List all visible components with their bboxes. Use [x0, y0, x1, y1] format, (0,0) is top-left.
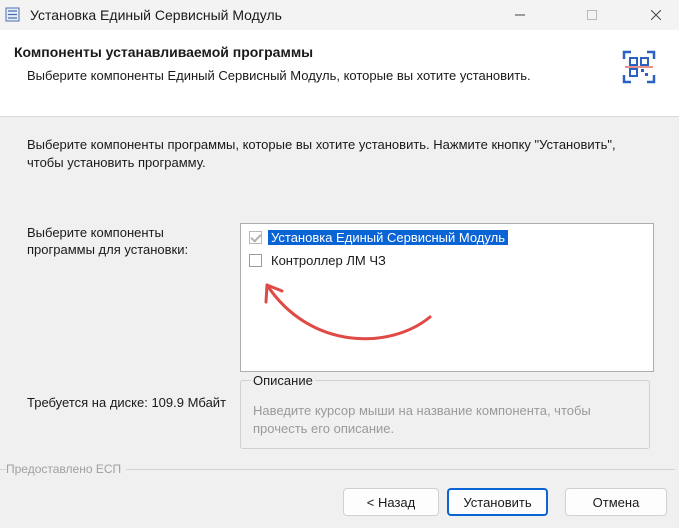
component-label: Контроллер ЛМ ЧЗ	[271, 252, 386, 268]
page-title: Компоненты устанавливаемой программы	[14, 44, 314, 60]
component-item-esm[interactable]: Установка Единый Сервисный Модуль	[249, 228, 508, 246]
components-label: Выберите компоненты программы для устано…	[27, 225, 189, 257]
maximize-icon	[587, 10, 597, 20]
minimize-icon	[515, 14, 525, 16]
component-checkbox-esm[interactable]	[249, 230, 262, 244]
close-icon	[651, 10, 661, 20]
wizard-header: Компоненты устанавливаемой программы Выб…	[0, 30, 679, 117]
description-title: Описание	[251, 373, 315, 388]
installer-app-icon	[5, 7, 20, 22]
title-bar: Установка Единый Сервисный Модуль	[0, 0, 679, 30]
window-title: Установка Единый Сервисный Модуль	[30, 7, 282, 23]
maximize-button[interactable]	[569, 0, 615, 30]
component-item-controller[interactable]: Контроллер ЛМ ЧЗ	[249, 251, 389, 269]
component-label: Установка Единый Сервисный Модуль	[268, 229, 508, 245]
close-button[interactable]	[633, 0, 679, 30]
page-subtitle: Выберите компоненты Единый Сервисный Мод…	[27, 68, 531, 83]
branding-divider: Предоставлено ЕСП	[0, 462, 679, 476]
minimize-button[interactable]	[497, 0, 543, 30]
component-checkbox-controller[interactable]	[249, 253, 262, 267]
branding-text: Предоставлено ЕСП	[6, 462, 127, 476]
description-text: Наведите курсор мыши на название компоне…	[253, 403, 591, 436]
description-group: Описание Наведите курсор мыши на названи…	[240, 373, 650, 449]
components-tree[interactable]: Установка Единый Сервисный Модуль Контро…	[240, 223, 654, 372]
instructions-text: Выберите компоненты программы, которые в…	[27, 137, 616, 170]
qr-logo-icon	[622, 50, 656, 84]
back-button[interactable]: < Назад	[343, 488, 439, 516]
install-button[interactable]: Установить	[447, 488, 548, 516]
cancel-button[interactable]: Отмена	[565, 488, 667, 516]
disk-space-text: Требуется на диске: 109.9 Мбайт	[27, 395, 227, 410]
